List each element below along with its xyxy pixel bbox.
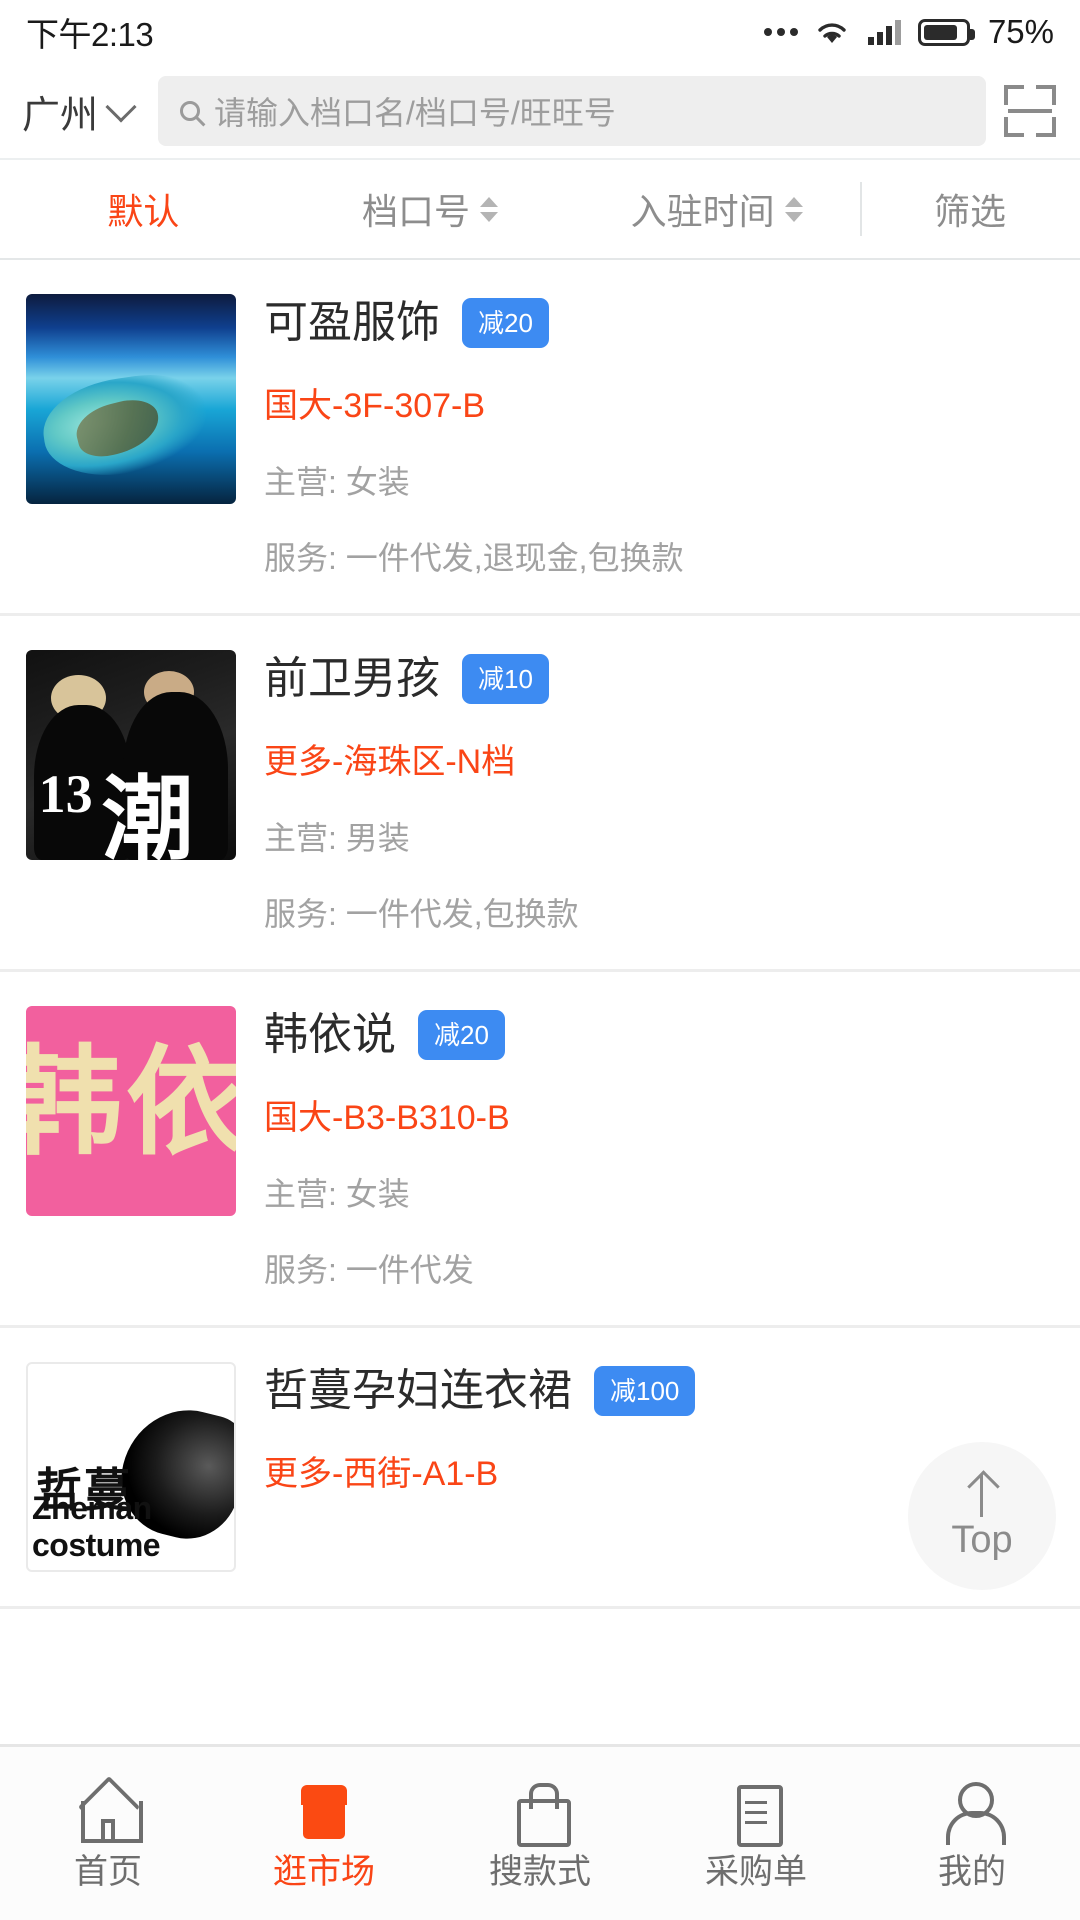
shop-thumbnail[interactable]: 13 潮 xyxy=(26,650,236,860)
shop-name: 韩依说 xyxy=(264,1010,396,1059)
thumb-en-text: Zheman costume xyxy=(32,1490,161,1563)
bottom-tab-bar: 首页 逛市场 搜款式 采购单 我的 xyxy=(0,1744,1080,1920)
bag-icon xyxy=(509,1779,571,1847)
shop-main-category: 主营: 女装 xyxy=(264,464,410,500)
discount-badge: 减20 xyxy=(418,1010,505,1060)
filter-more-label: 筛选 xyxy=(934,191,1007,232)
shop-info: 韩依说 减20 国大-B3-B310-B 主营: 女装 服务: 一件代发 xyxy=(236,1006,1054,1291)
shop-address: 更多-海珠区-N档 xyxy=(264,743,516,781)
shop-title-row: 韩依说 减20 xyxy=(264,1010,1054,1060)
shop-info: 前卫男孩 减10 更多-海珠区-N档 主营: 男装 服务: 一件代发,包换款 xyxy=(236,650,1054,935)
search-icon xyxy=(180,101,201,121)
app-screen: 下午2:13 75% 广州 请输入档口名/档口号/旺旺号 默认 档口号 入驻时间… xyxy=(0,0,1080,1920)
shop-list-item[interactable]: 哲蔓 Zheman costume 哲蔓孕妇连衣裙 减100 更多-西街-A1-… xyxy=(0,1328,1080,1609)
discount-badge: 减20 xyxy=(462,298,549,348)
filter-stall-number-label: 档口号 xyxy=(362,191,471,232)
filter-default-label: 默认 xyxy=(107,191,180,232)
city-selector[interactable]: 广州 xyxy=(22,84,146,139)
discount-badge: 减100 xyxy=(594,1366,696,1416)
chevron-down-icon xyxy=(105,91,137,123)
shop-services: 服务: 一件代发,退现金,包换款 xyxy=(264,540,684,576)
shop-thumbnail[interactable]: 哲蔓 Zheman costume xyxy=(26,1362,236,1572)
person-icon xyxy=(941,1779,1006,1845)
scan-qr-icon[interactable] xyxy=(1002,83,1058,139)
signal-icon xyxy=(867,20,901,45)
shop-title-row: 哲蔓孕妇连衣裙 减100 xyxy=(264,1366,1054,1416)
shop-list-item[interactable]: 韩依说 韩依说 减20 国大-B3-B310-B 主营: 女装 服务: 一件代发 xyxy=(0,972,1080,1328)
thumb-cn-text: 韩依说 xyxy=(26,1037,236,1169)
shop-main-category: 主营: 女装 xyxy=(264,1176,410,1212)
filter-join-time-label: 入驻时间 xyxy=(630,191,775,232)
tab-market[interactable]: 逛市场 xyxy=(216,1779,432,1889)
filter-default[interactable]: 默认 xyxy=(0,160,287,258)
shop-thumbnail[interactable] xyxy=(26,294,236,504)
tab-profile-label: 我的 xyxy=(938,1852,1006,1891)
shop-title-row: 前卫男孩 减10 xyxy=(264,654,1054,704)
battery-percent: 75% xyxy=(987,13,1054,50)
shop-thumbnail[interactable]: 韩依说 xyxy=(26,1006,236,1216)
tab-styles-label: 搜款式 xyxy=(489,1852,591,1891)
shop-list-item[interactable]: 可盈服饰 减20 国大-3F-307-B 主营: 女装 服务: 一件代发,退现金… xyxy=(0,260,1080,616)
tab-market-label: 逛市场 xyxy=(273,1852,375,1891)
shop-name: 可盈服饰 xyxy=(264,298,440,347)
more-dots-icon xyxy=(763,28,798,36)
discount-badge: 减10 xyxy=(462,654,549,704)
thumb-number: 13 xyxy=(38,764,93,825)
shop-list: 可盈服饰 减20 国大-3F-307-B 主营: 女装 服务: 一件代发,退现金… xyxy=(0,260,1080,1609)
arrow-up-icon xyxy=(965,1473,999,1517)
status-time: 下午2:13 xyxy=(26,16,154,53)
status-bar: 下午2:13 75% xyxy=(0,0,1080,64)
filter-join-time[interactable]: 入驻时间 xyxy=(573,160,860,258)
tab-styles[interactable]: 搜款式 xyxy=(432,1779,648,1889)
shop-name: 前卫男孩 xyxy=(264,654,440,703)
status-icons: 75% xyxy=(763,13,1054,51)
back-to-top-button[interactable]: Top xyxy=(908,1442,1056,1590)
shop-name: 哲蔓孕妇连衣裙 xyxy=(264,1366,572,1415)
search-input[interactable]: 请输入档口名/档口号/旺旺号 xyxy=(158,76,986,146)
shop-info: 可盈服饰 减20 国大-3F-307-B 主营: 女装 服务: 一件代发,退现金… xyxy=(236,294,1054,579)
battery-icon xyxy=(917,18,975,46)
shop-icon xyxy=(293,1779,355,1841)
search-header: 广州 请输入档口名/档口号/旺旺号 xyxy=(0,64,1080,158)
search-placeholder: 请输入档口名/档口号/旺旺号 xyxy=(214,95,616,131)
shop-address: 国大-3F-307-B xyxy=(264,387,486,425)
tab-home-label: 首页 xyxy=(74,1852,142,1891)
tab-profile[interactable]: 我的 xyxy=(864,1779,1080,1889)
back-to-top-label: Top xyxy=(951,1519,1013,1561)
shop-address: 国大-B3-B310-B xyxy=(264,1099,510,1137)
clipboard-icon xyxy=(725,1779,787,1847)
tab-purchase-order-label: 采购单 xyxy=(705,1852,807,1891)
filter-bar: 默认 档口号 入驻时间 筛选 xyxy=(0,158,1080,260)
sort-arrows-icon xyxy=(784,196,803,222)
tab-purchase-order[interactable]: 采购单 xyxy=(648,1779,864,1889)
shop-title-row: 可盈服饰 减20 xyxy=(264,298,1054,348)
shop-services: 服务: 一件代发,包换款 xyxy=(264,896,579,932)
filter-stall-number[interactable]: 档口号 xyxy=(287,160,574,258)
home-icon xyxy=(77,1779,143,1843)
tab-home[interactable]: 首页 xyxy=(0,1779,216,1889)
thumb-cn-text: 潮 xyxy=(101,769,194,860)
filter-more[interactable]: 筛选 xyxy=(860,160,1080,258)
shop-main-category: 主营: 男装 xyxy=(264,820,410,856)
shop-services: 服务: 一件代发 xyxy=(264,1252,474,1288)
city-label: 广州 xyxy=(22,94,99,137)
wifi-icon xyxy=(818,23,846,43)
sort-arrows-icon xyxy=(480,196,499,222)
shop-list-item[interactable]: 13 潮 前卫男孩 减10 更多-海珠区-N档 主营: 男装 服务: 一件代发,… xyxy=(0,616,1080,972)
